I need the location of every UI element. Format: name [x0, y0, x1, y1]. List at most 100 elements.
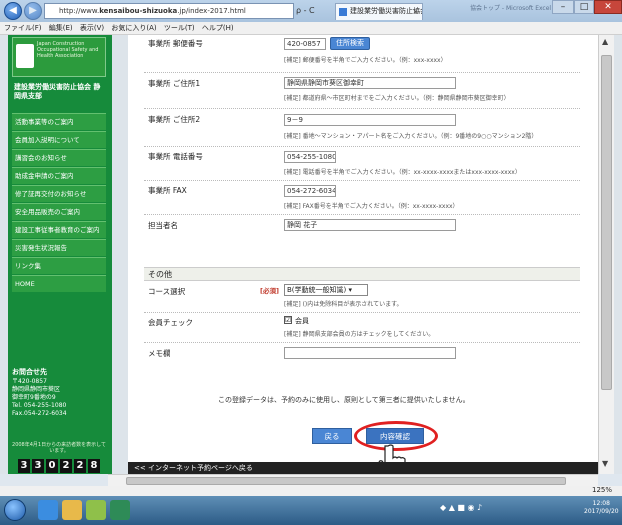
explorer-taskbar-icon[interactable]	[62, 500, 82, 520]
counter-digit: 2	[60, 459, 72, 473]
postal-input[interactable]: 420-0857	[284, 38, 326, 50]
course-label: コース選択	[148, 287, 186, 296]
registration-form: 事業所 郵便番号 420-0857 住所検索 [補足] 郵便番号を半角でご入力く…	[144, 35, 580, 239]
app-taskbar-icon[interactable]	[110, 500, 130, 520]
member-row: 会員チェック ☑ 会員 [補足] 静岡県支部会員の方はチェックをしてください。	[144, 313, 580, 343]
phone-label: 事業所 電話番号	[148, 152, 203, 161]
scroll-up-icon[interactable]: ▲	[602, 37, 608, 46]
counter-digit: 2	[74, 459, 86, 473]
address2-input[interactable]: 9－9	[284, 114, 456, 126]
sidebar: Japan Construction Occupational Safety a…	[8, 35, 112, 474]
member-checkbox[interactable]: ☑	[284, 316, 292, 324]
counter-digit: 3	[32, 459, 44, 473]
clock[interactable]: 12:08 2017/09/20	[584, 500, 619, 516]
menu-file[interactable]: ファイル(F)	[4, 24, 42, 32]
sidebar-item-education[interactable]: 建設工事従事者教育のご案内	[12, 221, 106, 238]
sidebar-item-accident-report[interactable]: 災害発生状況報告	[12, 239, 106, 256]
window-title: 協会トップ - Microsoft Excel	[470, 5, 552, 12]
phone-row: 事業所 電話番号 054-255-1080 [補足] 電話番号を半角でご入力くだ…	[144, 147, 580, 181]
sidebar-item-membership[interactable]: 会員加入説明について	[12, 131, 106, 148]
sidebar-item-links[interactable]: リンク集	[12, 257, 106, 274]
scroll-down-icon[interactable]: ▼	[602, 459, 608, 468]
contact-fax: Fax.054-272-6034	[12, 410, 67, 417]
sidebar-item-certificate[interactable]: 修了証再交付のお知らせ	[12, 185, 106, 202]
url-rest: .jp/index-2017.html	[177, 7, 246, 15]
sidebar-menu: 活動事業等のご案内 会員加入説明について 講習会のお知らせ 助成金申請のご案内 …	[12, 113, 106, 293]
other-form: コース選択 [必須] B(学動統一般知識) ▾ [補足] ()内は免除科目が表示…	[144, 283, 580, 365]
counter-note-top: 2008年4月1日からの来訪者数を表示しています。	[12, 442, 106, 454]
address1-input[interactable]: 静岡県静岡市葵区御幸町	[284, 77, 456, 89]
sidebar-item-activities[interactable]: 活動事業等のご案内	[12, 113, 106, 130]
menu-favorites[interactable]: お気に入り(A)	[111, 24, 156, 32]
forward-arrow-icon[interactable]: ▶	[24, 2, 42, 20]
system-tray[interactable]: ◆ ▲ ■ ◉ ♪	[440, 503, 482, 512]
course-select[interactable]: B(学動統一般知識) ▾	[284, 284, 368, 296]
fax-label: 事業所 FAX	[148, 186, 187, 195]
logo-text: Japan Construction Occupational Safety a…	[37, 41, 99, 59]
back-arrow-icon[interactable]: ◀	[4, 2, 22, 20]
contact-person-input[interactable]: 静岡 花子	[284, 219, 456, 231]
menu-help[interactable]: ヘルプ(H)	[202, 24, 234, 32]
fax-hint: [補足] FAX番号を半角でご入力ください。（例：xx-xxxx-xxxx）	[284, 203, 459, 210]
footer-bar: << インターネット予約ページへ戻る	[128, 462, 598, 474]
address-bar[interactable]: http://www.kensaibou-shizuoka.jp/index-2…	[44, 3, 294, 19]
memo-row: メモ欄	[144, 343, 580, 365]
sidebar-item-subsidy[interactable]: 助成金申請のご案内	[12, 167, 106, 184]
vertical-scrollbar[interactable]: ▲ ▼	[598, 35, 614, 474]
close-window-button[interactable]: ✕	[594, 0, 622, 14]
course-row: コース選択 [必須] B(学動統一般知識) ▾ [補足] ()内は免除科目が表示…	[144, 283, 580, 313]
contact-info: お問合せ先 〒420-0857 静岡県静岡市葵区 御幸町9番地の9 Tel. 0…	[12, 368, 106, 418]
horizontal-scrollbar[interactable]	[108, 474, 598, 486]
url-host: kensaibou-shizuoka	[99, 7, 178, 15]
fax-input[interactable]: 054-272-6034	[284, 185, 336, 197]
counter-digit: 8	[88, 459, 100, 473]
memo-label: メモ欄	[148, 349, 171, 358]
address2-row: 事業所 ご住所2 9－9 [補足] 番地～マンション・アパート名をご入力ください…	[144, 109, 580, 147]
ie-taskbar-icon[interactable]	[38, 500, 58, 520]
counter-digit: 0	[46, 459, 58, 473]
clock-date: 2017/09/20	[584, 508, 619, 515]
contact-person-label: 担当者名	[148, 221, 178, 230]
phone-input[interactable]: 054-255-1080	[284, 151, 336, 163]
privacy-notice: この登録データは、予約のみに使用し、原則として第三者に提供いたしません。	[218, 396, 470, 404]
org-name: 建設業労働災害防止協会 静岡県支部	[14, 83, 101, 100]
back-button[interactable]: 戻る	[312, 428, 352, 444]
maximize-button[interactable]: □	[574, 0, 594, 14]
contact-city: 静岡県静岡市葵区	[12, 386, 61, 393]
sidebar-item-safety-goods[interactable]: 安全用品販売のご案内	[12, 203, 106, 220]
contact-person-row: 担当者名 静岡 花子	[144, 215, 580, 239]
menu-edit[interactable]: 編集(E)	[49, 24, 73, 32]
main-content: 事業所 郵便番号 420-0857 住所検索 [補足] 郵便番号を半角でご入力く…	[128, 35, 598, 474]
sidebar-item-home[interactable]: HOME	[12, 275, 106, 292]
menu-tools[interactable]: ツール(T)	[164, 24, 195, 32]
start-button[interactable]	[4, 499, 26, 521]
taskbar: ◆ ▲ ■ ◉ ♪ 12:08 2017/09/20	[0, 496, 622, 525]
media-taskbar-icon[interactable]	[86, 500, 106, 520]
horizontal-scroll-thumb[interactable]	[126, 477, 566, 485]
minimize-button[interactable]: –	[552, 0, 574, 14]
contact-tel: Tel. 054-255-1080	[12, 402, 67, 409]
address-search-button[interactable]: 住所検索	[330, 37, 370, 50]
postal-hint: [補足] 郵便番号を半角でご入力ください。（例：xxx-xxxx）	[284, 57, 447, 64]
member-label: 会員チェック	[148, 318, 193, 327]
browser-titlebar: ◀ ▶ http://www.kensaibou-shizuoka.jp/ind…	[0, 0, 622, 22]
jcsha-logo: Japan Construction Occupational Safety a…	[12, 37, 106, 77]
search-refresh-icons[interactable]: ρ - C	[296, 3, 315, 19]
zoom-level[interactable]: 125%	[592, 486, 612, 494]
address2-hint: [補足] 番地～マンション・アパート名をご入力ください。（例：9番地の9○○マン…	[284, 133, 538, 140]
vertical-scroll-thumb[interactable]	[601, 55, 612, 390]
page-viewport: Japan Construction Occupational Safety a…	[0, 35, 622, 474]
tab-close-icon[interactable]: ×	[412, 4, 419, 19]
address1-label: 事業所 ご住所1	[148, 79, 201, 88]
contact-postal: 〒420-0857	[12, 378, 47, 385]
fax-row: 事業所 FAX 054-272-6034 [補足] FAX番号を半角でご入力くだ…	[144, 181, 580, 215]
member-checkbox-label: 会員	[295, 317, 309, 325]
back-to-reservation-link[interactable]: << インターネット予約ページへ戻る	[134, 463, 253, 473]
counter-digit: 3	[18, 459, 30, 473]
tab-favicon-icon	[339, 8, 347, 16]
browser-tab[interactable]: 建設業労働災害防止協会 ×	[335, 3, 423, 20]
sidebar-item-courses[interactable]: 講習会のお知らせ	[12, 149, 106, 166]
url-prefix: http://www.	[59, 7, 100, 15]
memo-input[interactable]	[284, 347, 456, 359]
menu-view[interactable]: 表示(V)	[80, 24, 104, 32]
